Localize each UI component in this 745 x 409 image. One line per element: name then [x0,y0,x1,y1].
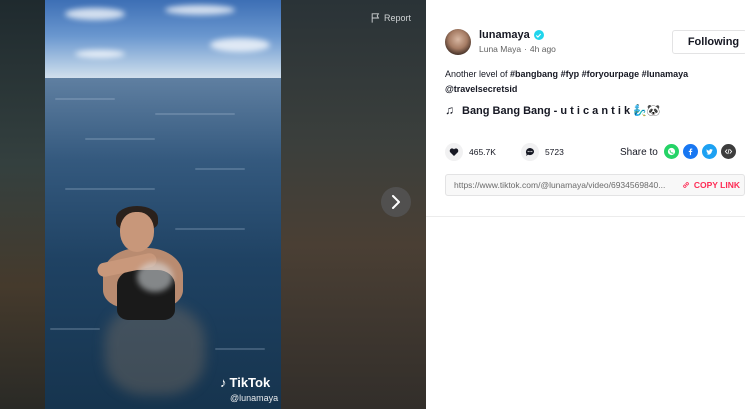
panel-divider [426,216,745,217]
like-button[interactable] [445,143,463,161]
like-count: 465.7K [469,147,496,157]
author-subline: Luna Maya · 4h ago [479,44,556,54]
report-label: Report [384,13,412,23]
author-username[interactable]: lunamaya [479,29,530,41]
video-caption: Another level of #bangbang #fyp #foryour… [445,67,735,97]
video-sky [45,0,281,80]
watermark-username: @lunamaya [230,393,279,403]
video-player[interactable] [45,0,281,409]
link-icon [683,182,689,188]
video-url-field[interactable]: https://www.tiktok.com/@lunamaya/video/6… [446,180,676,190]
copy-link-button[interactable]: COPY LINK [676,180,744,190]
tiktok-watermark: ♪ TikTok @lunamaya [220,375,278,403]
verified-badge-icon [533,30,544,40]
music-title[interactable]: Bang Bang Bang - u t i c a n t i k 🧞‍♂️🐼 [462,104,661,117]
video-stage: ♪ TikTok @lunamaya Report [0,0,426,409]
avatar[interactable] [445,29,471,55]
hashtag-link[interactable]: #lunamaya [642,69,689,79]
watermark-brand: TikTok [229,375,271,390]
mention-link[interactable]: @travelsecretsid [445,84,517,94]
hashtag-link[interactable]: #bangbang [510,69,558,79]
video-info-panel: lunamaya Luna Maya · 4h ago Following An… [426,0,745,409]
report-button[interactable]: Report [371,13,411,23]
post-time: 4h ago [529,44,556,54]
following-button[interactable]: Following [672,30,745,54]
whatsapp-icon[interactable] [664,144,679,159]
heart-icon [449,148,459,156]
video-backdrop-left [0,0,45,409]
share-targets [664,144,736,159]
tiktok-logo-icon: ♪ [220,375,227,390]
music-note-icon: ♫ [445,103,454,117]
next-video-button[interactable] [381,187,411,217]
comment-icon [525,148,534,156]
author-username-row[interactable]: lunamaya [479,29,544,41]
water-splash [137,262,173,292]
flag-icon [371,13,380,23]
twitter-icon[interactable] [702,144,717,159]
hashtag-link[interactable]: #fyp [561,69,580,79]
comment-count: 5723 [544,147,564,157]
caption-text: Another level of [445,69,511,79]
facebook-icon[interactable] [683,144,698,159]
copy-link-label: COPY LINK [693,180,740,190]
swimmer-face [120,212,154,252]
comment-button[interactable] [520,143,539,161]
embed-icon[interactable] [721,144,736,159]
chevron-right-icon [392,195,400,209]
engagement-stats: 465.7K 5723 [445,143,564,161]
subline-separator: · [524,44,527,54]
video-link-box: https://www.tiktok.com/@lunamaya/video/6… [445,174,745,196]
watermark-logo: ♪ TikTok [220,375,278,390]
hashtag-link[interactable]: #foryourpage [582,69,640,79]
share-label: Share to [620,147,658,158]
music-link[interactable]: ♫ Bang Bang Bang - u t i c a n t i k 🧞‍♂… [445,103,661,117]
author-display-name: Luna Maya [479,44,522,54]
